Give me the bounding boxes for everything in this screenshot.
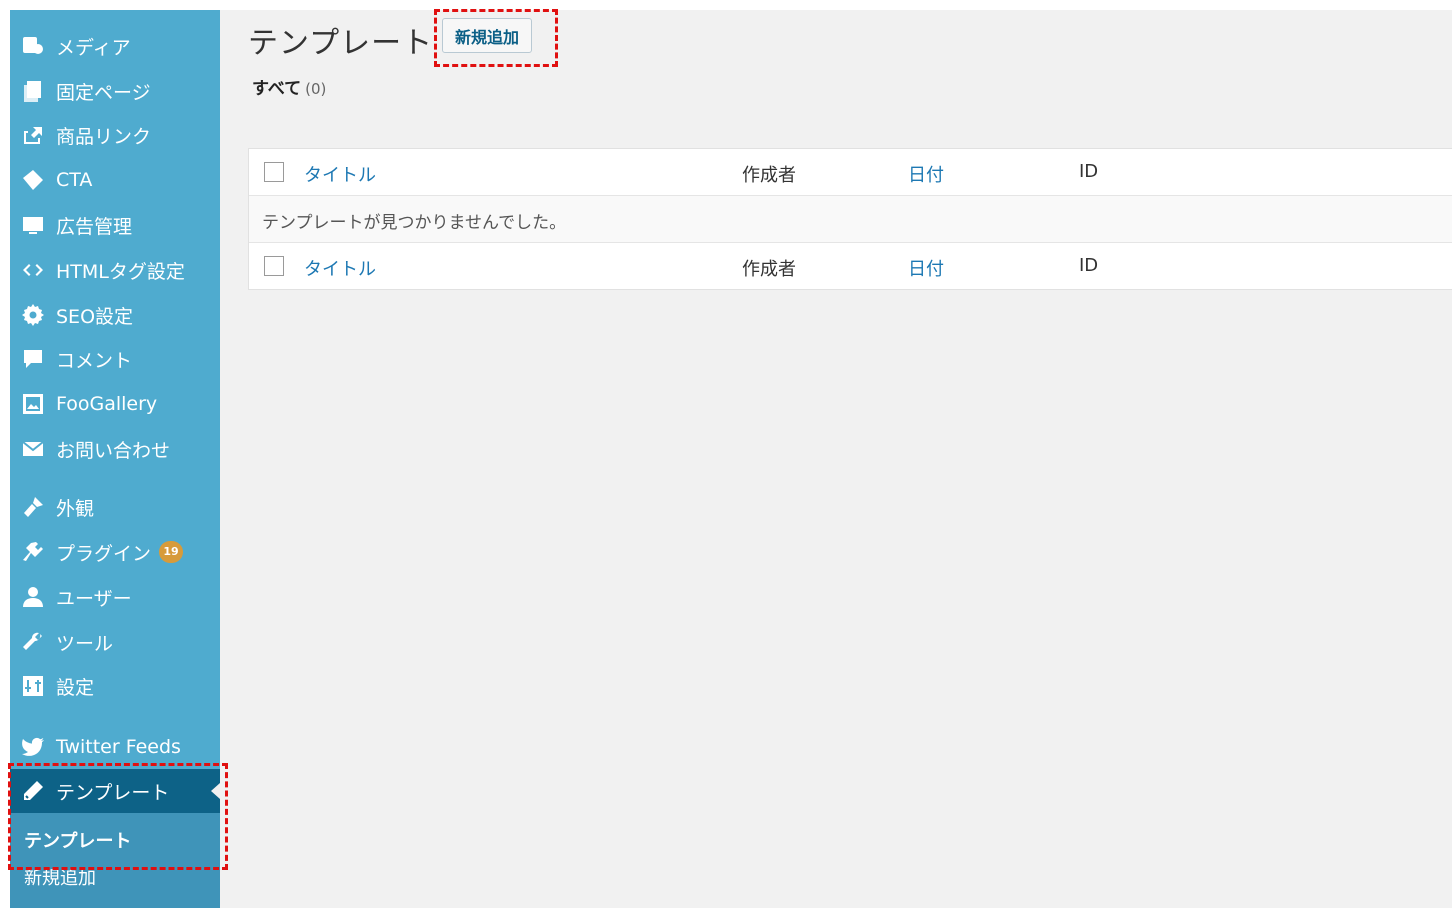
sidebar-item-pages[interactable]: 固定ページ (10, 69, 220, 113)
page-title: テンプレート (248, 26, 434, 61)
sidebar-item-ad-management[interactable]: 広告管理 (10, 203, 220, 247)
sidebar-item-label: お問い合わせ (56, 439, 171, 462)
sidebar-item-settings[interactable]: 設定 (10, 664, 220, 708)
wrench-icon (19, 628, 47, 656)
sidebar-item-label: 設定 (56, 676, 95, 699)
highlight-add-new (434, 9, 558, 67)
sidebar-item-label: 外観 (56, 497, 95, 520)
tag-icon (19, 166, 47, 194)
code-icon (19, 256, 47, 284)
sidebar-item-label: ユーザー (56, 587, 132, 610)
user-icon (19, 583, 47, 611)
table-header: タイトル 作成者 日付 ID (249, 149, 1452, 196)
table-footer: タイトル 作成者 日付 ID (249, 243, 1452, 289)
sidebar-item-cta[interactable]: CTA (10, 158, 220, 202)
column-author: 作成者 (742, 259, 796, 280)
sidebar-item-product-link[interactable]: 商品リンク (10, 113, 220, 157)
column-id: ID (1079, 161, 1099, 182)
sidebar-item-plugins[interactable]: プラグイン 19 (10, 530, 220, 574)
brush-icon (19, 493, 47, 521)
sidebar-item-users[interactable]: ユーザー (10, 575, 220, 619)
media-icon (19, 32, 47, 60)
templates-table: タイトル 作成者 日付 ID テンプレートが見つかりませんでした。 タイトル 作… (248, 148, 1452, 290)
sidebar-item-seo[interactable]: SEO設定 (10, 293, 220, 337)
sidebar-item-label: ツール (56, 632, 114, 655)
sidebar-item-tools[interactable]: ツール (10, 620, 220, 664)
select-all-checkbox[interactable] (264, 162, 284, 182)
no-items-message: テンプレートが見つかりませんでした。 (262, 213, 567, 233)
sidebar-item-label: メディア (56, 36, 131, 59)
sidebar-item-label: CTA (56, 169, 93, 191)
filter-all-link[interactable]: すべて (252, 79, 301, 99)
sidebar-item-label: FooGallery (56, 393, 158, 415)
pages-icon (19, 77, 47, 105)
gallery-icon (19, 390, 47, 418)
update-count-badge: 19 (159, 541, 184, 563)
gear-icon (19, 301, 47, 329)
sidebar-item-label: 固定ページ (56, 81, 151, 104)
sidebar-item-label: HTMLタグ設定 (56, 260, 185, 283)
share-icon (19, 121, 47, 149)
column-id: ID (1079, 255, 1099, 276)
sidebar-item-label: 商品リンク (56, 125, 152, 148)
sidebar-item-html-tags[interactable]: HTMLタグ設定 (10, 248, 220, 292)
highlight-template-menu (8, 763, 228, 870)
sidebar-item-label: 広告管理 (56, 215, 133, 238)
sidebar-item-label: Twitter Feeds (56, 736, 181, 758)
column-author: 作成者 (742, 165, 796, 186)
mail-icon (19, 435, 47, 463)
sidebar-item-media[interactable]: メディア (10, 24, 220, 68)
table-row: テンプレートが見つかりませんでした。 (249, 196, 1452, 243)
sidebar-item-comments[interactable]: コメント (10, 337, 220, 381)
sidebar-item-label: プラグイン (56, 542, 152, 565)
select-all-checkbox-footer[interactable] (264, 256, 284, 276)
column-date-sort[interactable]: 日付 (908, 161, 944, 187)
twitter-icon (19, 733, 47, 761)
settings-icon (19, 672, 47, 700)
filter-count: (0) (305, 80, 327, 98)
column-title-sort[interactable]: タイトル (304, 161, 376, 187)
sidebar-item-appearance[interactable]: 外観 (10, 485, 220, 529)
sidebar-item-contact[interactable]: お問い合わせ (10, 427, 220, 471)
sidebar-item-label: コメント (56, 349, 133, 372)
plugin-icon (19, 538, 47, 566)
sidebar-item-label: SEO設定 (56, 305, 134, 328)
ad-icon (19, 211, 47, 239)
column-date-sort[interactable]: 日付 (908, 255, 944, 281)
status-filter: すべて (0) (252, 74, 326, 99)
column-title-sort[interactable]: タイトル (304, 255, 376, 281)
sidebar-item-foogallery[interactable]: FooGallery (10, 382, 220, 426)
comment-icon (19, 345, 47, 373)
